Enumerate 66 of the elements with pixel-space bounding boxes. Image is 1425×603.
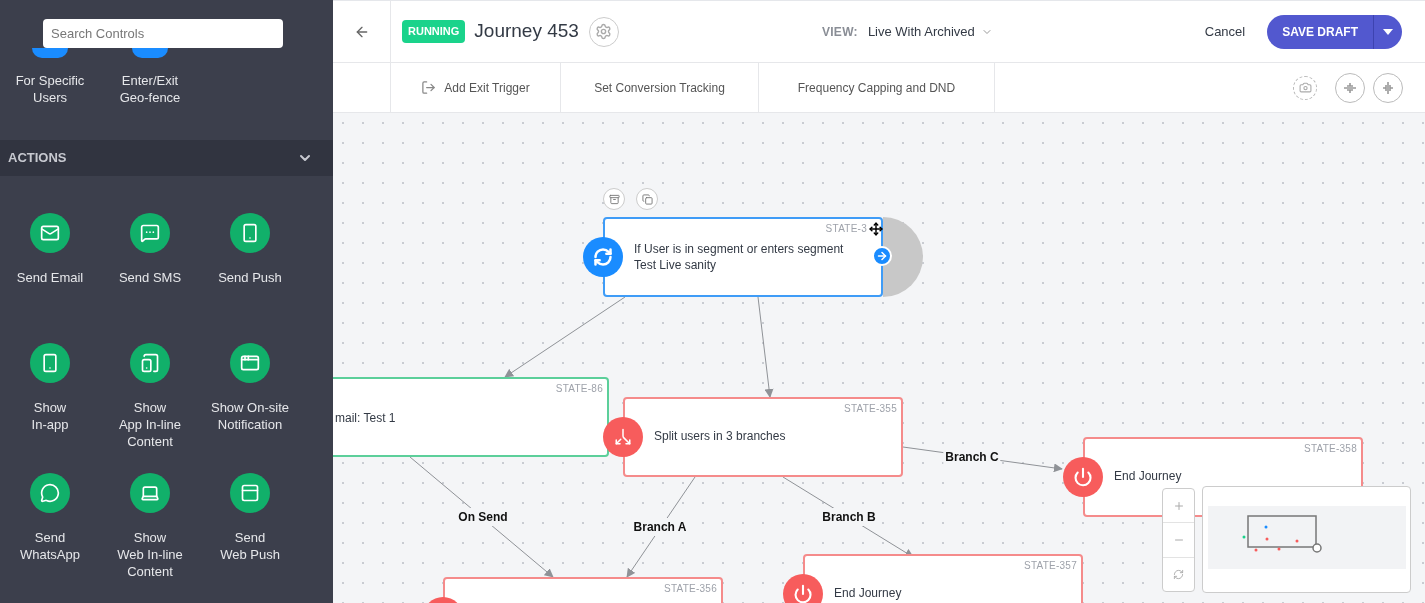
node-state-id: STATE-3 <box>825 222 867 236</box>
toolbar-button[interactable]: Add Exit Trigger <box>391 63 561 112</box>
section-header[interactable]: ACTIONS <box>0 139 333 176</box>
trigger-icon[interactable] <box>32 48 68 58</box>
edge-label: On Send <box>456 508 510 526</box>
phone-icon[interactable] <box>230 213 270 253</box>
action-label[interactable]: Send WhatsApp <box>20 529 80 563</box>
envelope-icon[interactable] <box>30 213 70 253</box>
plus-icon <box>1172 499 1185 512</box>
trigger-label[interactable]: Enter/Exit Geo-fence <box>119 72 181 106</box>
node-state-id: STATE-357 <box>1024 559 1077 573</box>
exit-door-icon <box>421 80 437 95</box>
power-icon <box>1063 457 1103 497</box>
node-text: End Journey <box>1114 470 1182 483</box>
action-label[interactable]: Show Web In-line Content <box>117 529 183 580</box>
toolbar-button[interactable]: Frequency Capping and DND <box>759 63 995 112</box>
archive-button[interactable] <box>603 188 625 210</box>
trigger-icon[interactable] <box>132 48 168 58</box>
phone-icon[interactable] <box>30 343 70 383</box>
action-label[interactable]: Show On-site Notification <box>210 399 289 433</box>
move-cursor-icon <box>869 222 883 236</box>
node-text: mail: Test 1 <box>335 412 396 425</box>
node-state-id: STATE-355 <box>844 402 897 416</box>
align-horizontal-icon <box>1381 80 1395 95</box>
toolbar-button[interactable]: Set Conversion Tracking <box>561 63 759 112</box>
camera-icon <box>1298 81 1312 94</box>
node-state-id: STATE-358 <box>1304 442 1357 456</box>
phone-icon[interactable] <box>130 343 170 383</box>
action-label[interactable]: Send Email <box>16 269 84 286</box>
action-label[interactable]: Show App In-line Content <box>118 399 182 450</box>
status-badge: RUNNING <box>402 20 466 43</box>
edge-label: Branch B <box>820 508 878 526</box>
node-state-id: STATE-86 <box>555 382 603 396</box>
action-label[interactable]: Send Push <box>218 269 282 286</box>
reset-icon <box>1173 568 1184 580</box>
section-title: ACTIONS <box>8 149 67 168</box>
view-label: VIEW: <box>821 23 858 41</box>
segment-icon <box>583 237 623 277</box>
action-label[interactable]: Send SMS <box>118 269 182 286</box>
node-card[interactable]: STATE-3 If User is in segment or enters segment Test Live sanity <box>603 217 883 297</box>
cancel-button[interactable]: Cancel <box>1204 21 1246 42</box>
node-state-id: STATE-356 <box>664 582 717 596</box>
node-card[interactable]: STATE-357 End Journey <box>803 554 1083 603</box>
copy-icon <box>641 193 653 205</box>
browser-window-icon[interactable] <box>230 473 270 513</box>
archive-icon <box>608 193 620 205</box>
browser-window-icon[interactable] <box>230 343 270 383</box>
search-field[interactable]: Search Controls <box>43 19 283 48</box>
view-dropdown[interactable]: Live With Archived <box>867 21 993 42</box>
action-label[interactable]: Show In-app <box>31 399 69 433</box>
node-card[interactable]: STATE-86 mail: Test 1 <box>333 377 609 457</box>
laptop-icon[interactable] <box>130 473 170 513</box>
node-text: Split users in 3 branches <box>654 430 786 443</box>
whatsapp-icon[interactable] <box>30 473 70 513</box>
node-card[interactable]: STATE-355 Split users in 3 branches <box>623 397 903 477</box>
edge-label: Branch A <box>631 518 689 536</box>
node-text: If User is in segment or enters segment Test Live sanity <box>634 241 845 273</box>
action-label[interactable]: Send Web Push <box>220 529 280 563</box>
node-text: End Journey <box>834 587 902 600</box>
gear-icon <box>595 23 613 40</box>
caret-icon <box>1383 28 1393 35</box>
align-vertical-icon <box>1343 80 1357 95</box>
copy-button[interactable] <box>636 188 658 210</box>
trigger-label[interactable]: For Specific Users <box>15 72 85 106</box>
journey-title: Journey 453 <box>474 19 579 44</box>
chat-bubble-icon[interactable] <box>130 213 170 253</box>
